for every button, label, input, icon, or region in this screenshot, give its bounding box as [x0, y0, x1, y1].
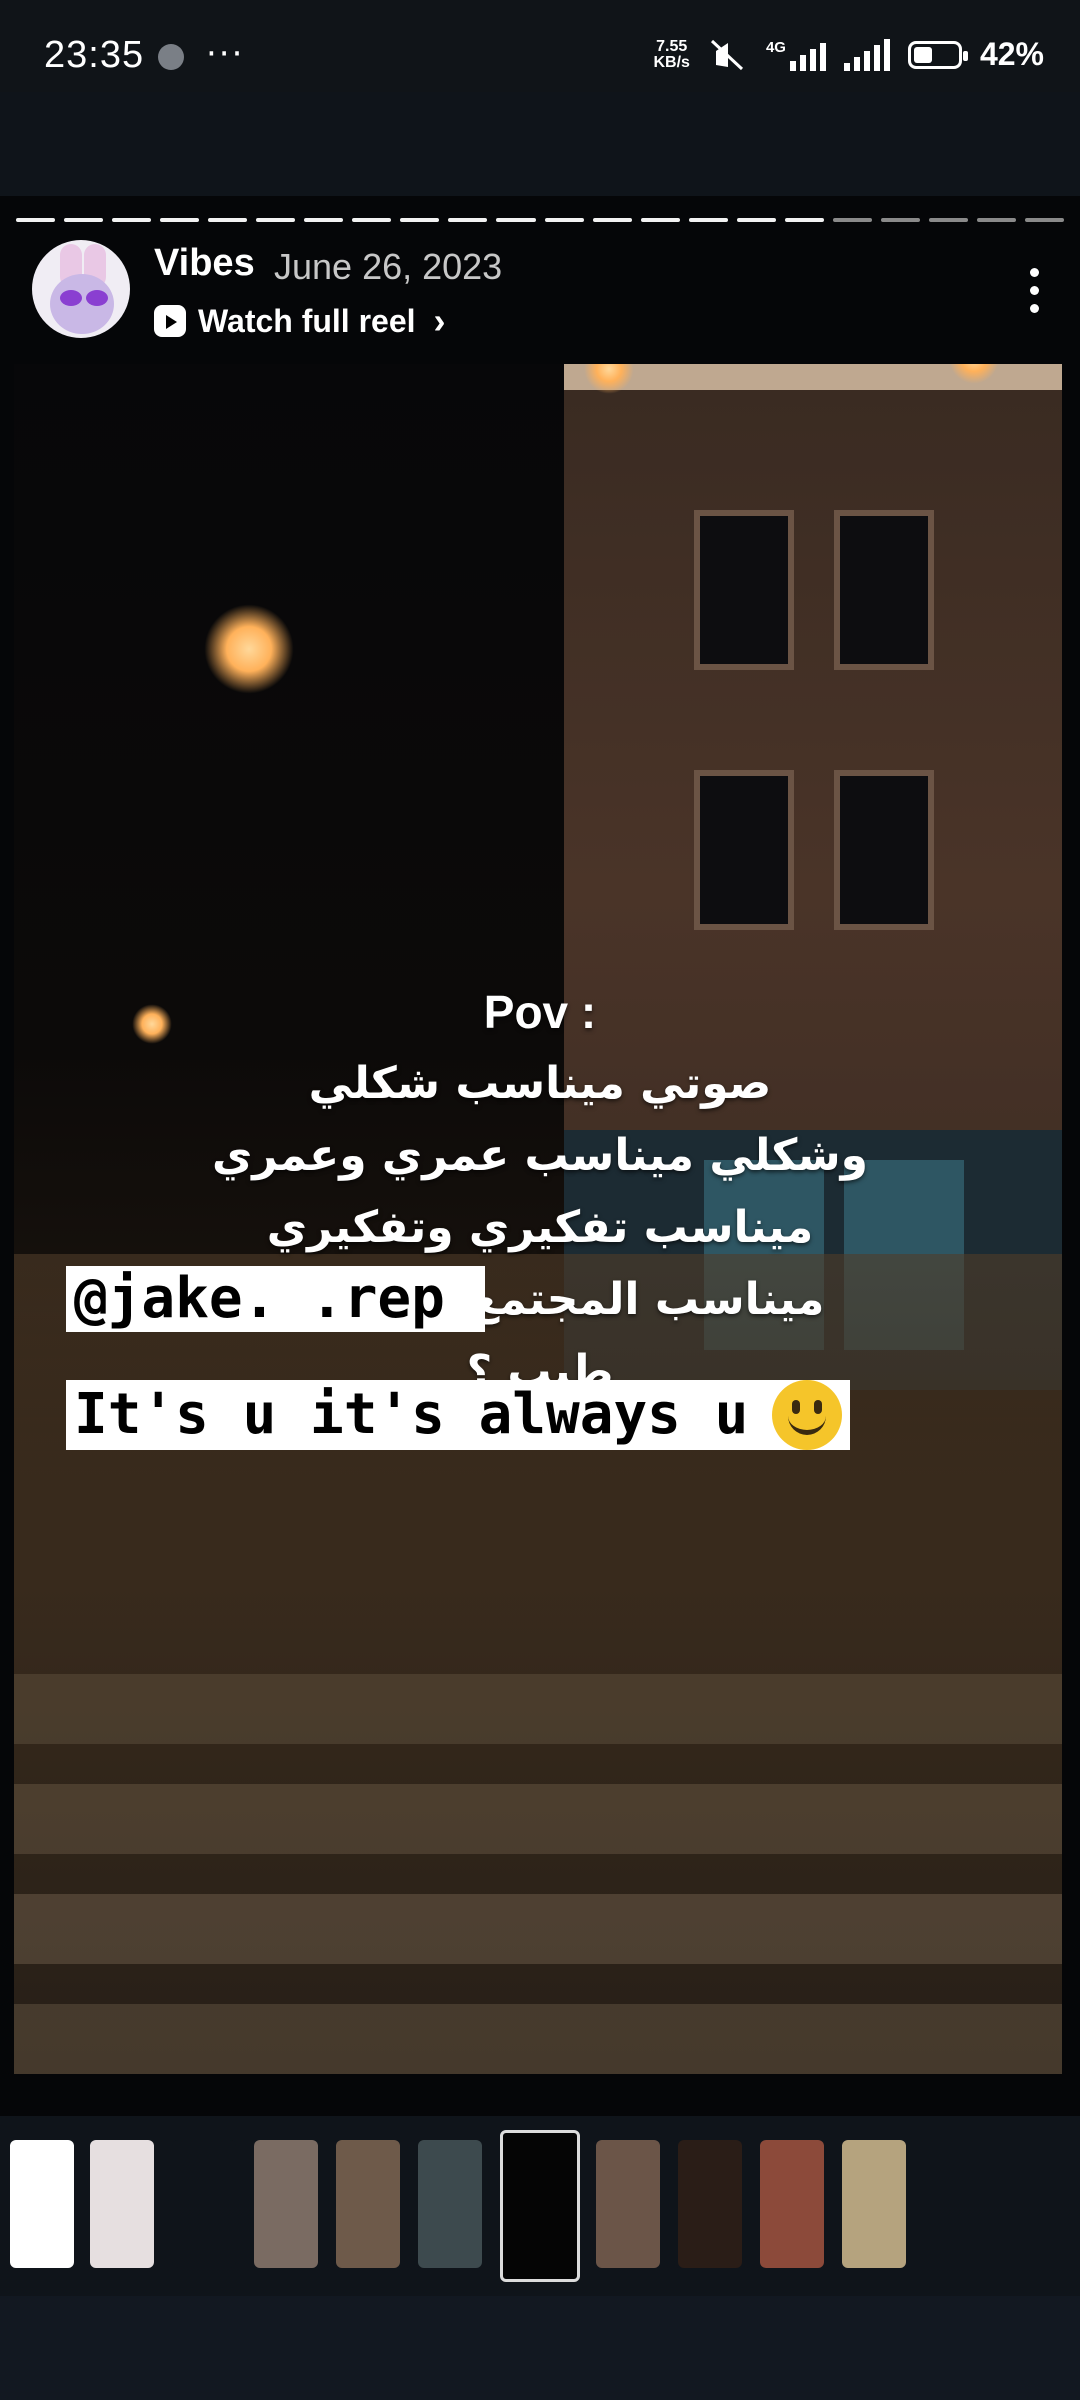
progress-segment [64, 218, 104, 222]
thumb-1[interactable] [10, 2140, 74, 2268]
notification-dot-icon [158, 44, 184, 70]
thumb-9[interactable] [678, 2140, 742, 2268]
progress-segment [592, 218, 632, 222]
thumb-10[interactable] [760, 2140, 824, 2268]
progress-segment [1024, 218, 1065, 222]
progress-segment [448, 218, 488, 222]
progress-segment [400, 218, 440, 222]
progress-segment [688, 218, 728, 222]
caption-line: صوتي ميناسب شكلي [308, 1058, 772, 1109]
caption-line: Pov : [483, 986, 597, 1038]
thumb-2[interactable] [90, 2140, 154, 2268]
thumb-4[interactable] [254, 2140, 318, 2268]
thumb-11[interactable] [842, 2140, 906, 2268]
watch-full-reel-label: Watch full reel [198, 302, 416, 339]
story-caption: Pov : صوتي ميناسب شكلي وشكلي ميناسب عمري… [150, 976, 930, 1408]
speed-value: 7.55 [656, 37, 688, 55]
quote-text: It's u it's always u [74, 1382, 749, 1447]
progress-segment [496, 218, 536, 222]
smiley-emoji-icon [772, 1380, 843, 1450]
progress-segment [832, 218, 872, 222]
story-viewer[interactable]: Vibes June 26, 2023 Watch full reel › Po… [0, 196, 1080, 2116]
caption-line: ميناسب تفكيري وتفكيري [266, 1202, 814, 1253]
street-lamp [204, 604, 294, 694]
progress-segment [544, 218, 584, 222]
progress-segment [352, 218, 392, 222]
thumb-7[interactable] [500, 2130, 580, 2282]
progress-segment [112, 218, 152, 222]
progress-segment [880, 218, 920, 222]
story-thumbnail-strip [0, 2116, 1080, 2296]
thumb-8[interactable] [596, 2140, 660, 2268]
watch-full-reel-link[interactable]: Watch full reel › [154, 300, 446, 342]
clock: 23:35 [44, 34, 145, 76]
thumb-3[interactable] [172, 2140, 236, 2268]
progress-segment [256, 218, 296, 222]
thumb-5[interactable] [336, 2140, 400, 2268]
progress-segment [16, 218, 56, 222]
progress-segment [928, 218, 968, 222]
mute-vibrate-icon [710, 39, 743, 70]
reel-icon [154, 305, 186, 337]
signal-bars-2-icon [843, 38, 890, 71]
signal-1: 4G [766, 39, 826, 71]
story-header: Vibes June 26, 2023 Watch full reel › [30, 238, 1050, 348]
network-speed: 7.55 KB/s [653, 37, 690, 71]
progress-segment [304, 218, 344, 222]
progress-segment [640, 218, 680, 222]
network-type: 4G [765, 38, 786, 56]
status-bar: 23:35 ··· 7.55 KB/s 4G 42% [0, 0, 1080, 92]
navigation-bar [0, 2296, 1080, 2400]
progress-segment [160, 218, 200, 222]
more-options-icon[interactable] [1030, 268, 1042, 313]
progress-segment [208, 218, 248, 222]
speed-unit: KB/s [653, 53, 690, 71]
progress-segment [784, 218, 824, 222]
username[interactable]: Vibes [154, 242, 255, 285]
battery-icon [907, 40, 968, 69]
signal-bars-icon [789, 39, 826, 71]
battery-percent: 42% [979, 36, 1044, 72]
story-date: June 26, 2023 [274, 246, 503, 287]
caption-line: وشكلي ميناسب عمري وعمري [211, 1130, 869, 1181]
progress-segment [736, 218, 776, 222]
quote-text-sticker: It's u it's always u [66, 1380, 851, 1450]
progress-segment [976, 218, 1016, 222]
status-icons: 7.55 KB/s 4G 42% [653, 36, 1044, 73]
thumb-6[interactable] [418, 2140, 482, 2268]
chevron-right-icon: › [433, 300, 446, 341]
more-notifications-icon: ··· [206, 34, 245, 74]
avatar[interactable] [32, 240, 130, 338]
mention-sticker[interactable]: @jake. .rep [66, 1266, 485, 1332]
story-progress-bar [16, 218, 1065, 222]
